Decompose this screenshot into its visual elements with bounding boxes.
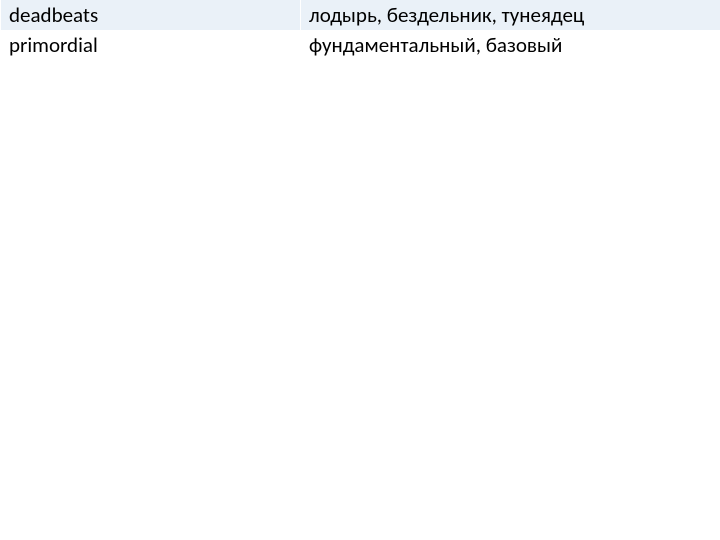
- russian-translation: лодырь, бездельник, тунеядец: [301, 0, 720, 30]
- english-term: primordial: [1, 30, 301, 60]
- table-row: deadbeats лодырь, бездельник, тунеядец: [1, 0, 720, 30]
- vocab-table: deadbeats лодырь, бездельник, тунеядец p…: [0, 0, 720, 61]
- slide: deadbeats лодырь, бездельник, тунеядец p…: [0, 0, 720, 540]
- english-term: deadbeats: [1, 0, 301, 30]
- russian-translation: фундаментальный, базовый: [301, 30, 720, 60]
- table-row: primordial фундаментальный, базовый: [1, 30, 720, 60]
